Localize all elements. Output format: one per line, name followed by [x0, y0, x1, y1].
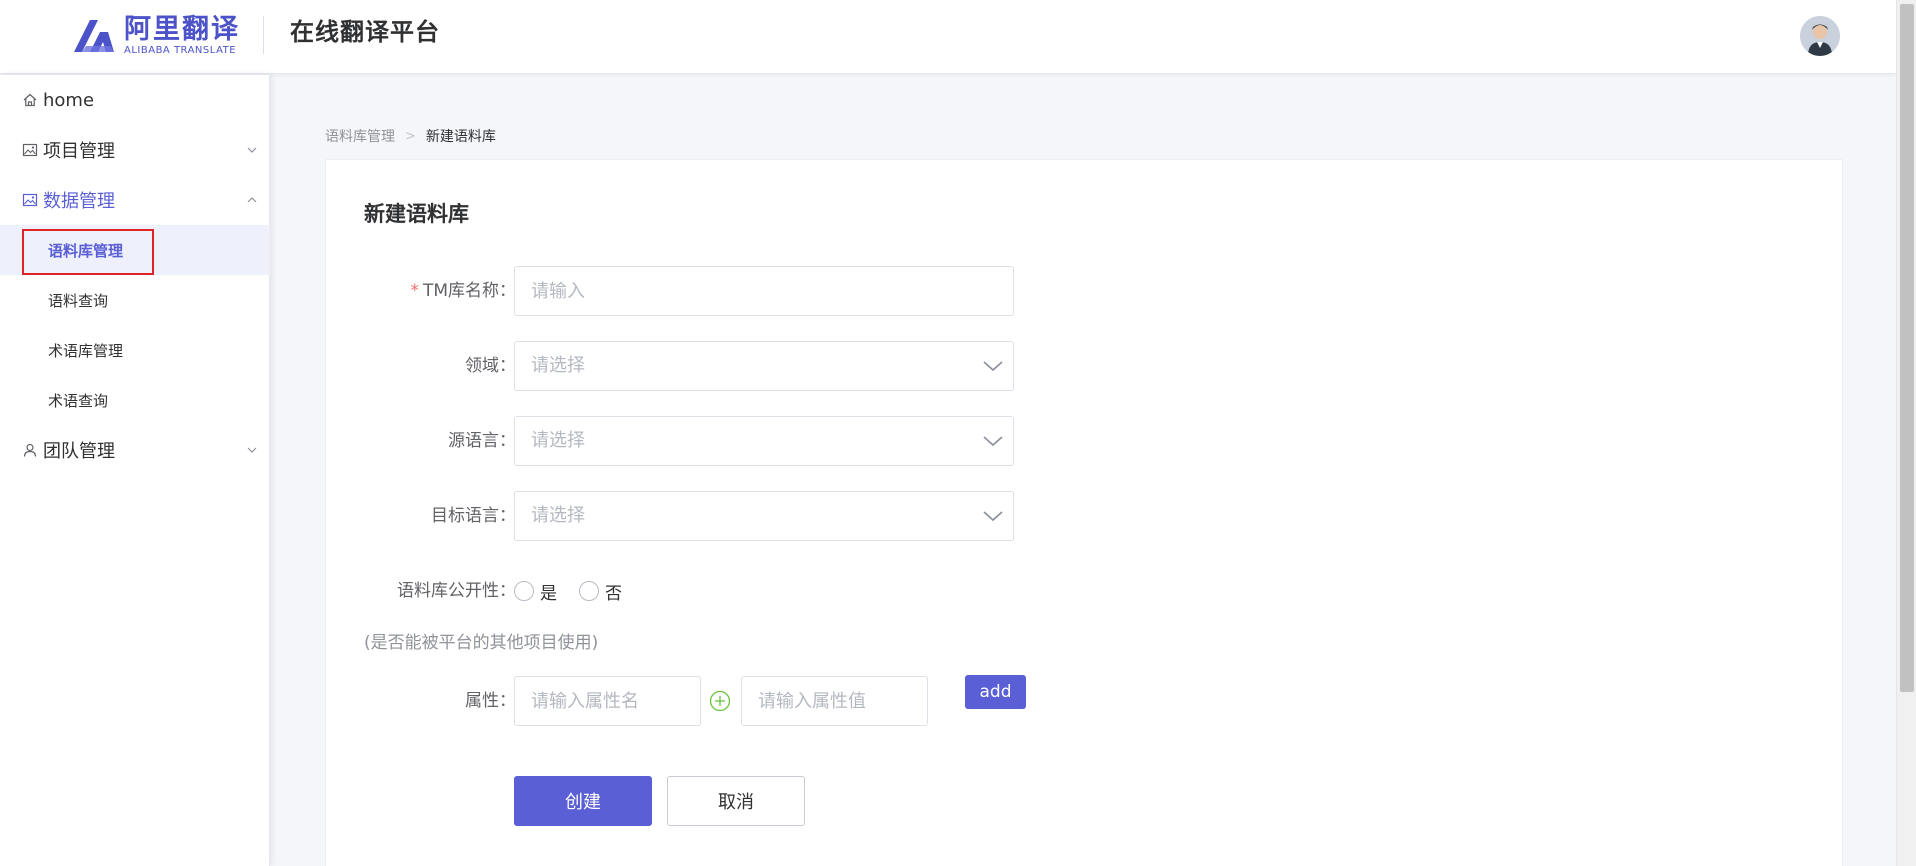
source-language-label: 源语言：	[448, 431, 516, 451]
home-icon	[23, 93, 37, 107]
public-yes-radio[interactable]: 是	[514, 579, 557, 604]
public-no-radio[interactable]: 否	[579, 579, 622, 604]
create-button[interactable]: 创建	[514, 776, 652, 826]
logo-mark-icon	[74, 20, 114, 52]
domain-select-placeholder: 请选择	[531, 355, 585, 376]
required-mark: *	[410, 281, 419, 301]
domain-label: 领域：	[465, 356, 516, 376]
image-icon	[22, 193, 38, 207]
form-title: 新建语料库	[364, 202, 469, 226]
add-attribute-button[interactable]: add	[965, 675, 1026, 709]
target-language-label: 目标语言：	[431, 506, 516, 526]
header-divider	[263, 16, 264, 54]
scrollbar-thumb[interactable]	[1900, 4, 1914, 692]
breadcrumb-link-corpus-management[interactable]: 语料库管理	[325, 126, 395, 146]
platform-title: 在线翻译平台	[290, 18, 440, 46]
sidebar-item-team-management[interactable]: 团队管理	[0, 425, 270, 475]
sidebar-subitem-label: 术语库管理	[48, 341, 124, 360]
radio-label-no: 否	[605, 583, 622, 604]
attribute-name-input[interactable]	[514, 676, 701, 726]
target-language-placeholder: 请选择	[531, 505, 585, 526]
chevron-down-icon	[983, 361, 1003, 372]
user-avatar[interactable]	[1800, 16, 1840, 56]
chevron-down-icon	[983, 511, 1003, 522]
source-language-placeholder: 请选择	[531, 430, 585, 451]
sidebar-item-label: 数据管理	[43, 191, 115, 212]
top-header: 阿里翻译 ALIBABA TRANSLATE 在线翻译平台	[0, 0, 1896, 74]
tm-name-label: * TM库名称：	[326, 266, 516, 316]
attribute-value-input[interactable]	[741, 676, 928, 726]
breadcrumb-separator: >	[405, 128, 416, 144]
chevron-down-icon	[247, 147, 257, 153]
sidebar-subitem-term-query[interactable]: 术语查询	[0, 375, 270, 425]
sidebar-subitem-corpus-query[interactable]: 语料查询	[0, 275, 270, 325]
sidebar-subitem-label: 语料查询	[48, 291, 109, 310]
logo-chinese-text: 阿里翻译	[124, 14, 240, 45]
breadcrumb: 语料库管理 > 新建语料库	[325, 126, 496, 146]
sidebar-subitem-label: 术语查询	[48, 391, 109, 410]
sidebar-item-label: 团队管理	[43, 441, 115, 462]
add-circle-icon[interactable]	[709, 690, 731, 712]
form-card: 新建语料库 *TM库名称： 领域： 请选择 源语言： 请选择 目标语言： 请选择…	[325, 159, 1843, 866]
sidebar-item-project-management[interactable]: 项目管理	[0, 125, 270, 175]
avatar-icon	[1800, 16, 1840, 56]
attribute-label: 属性：	[465, 691, 516, 711]
corpus-public-radio-group: 是 否	[514, 566, 644, 616]
breadcrumb-current: 新建语料库	[425, 129, 496, 145]
tm-name-label-text: TM库名称：	[422, 281, 516, 301]
tm-name-input[interactable]	[514, 266, 1014, 316]
radio-label-yes: 是	[540, 583, 557, 604]
domain-select[interactable]: 请选择	[514, 341, 1014, 391]
source-language-select[interactable]: 请选择	[514, 416, 1014, 466]
sidebar: home 项目管理 数据管理 语料库管理 语料查询 术语库管理 术语查询 团队管…	[0, 75, 270, 866]
alibaba-translate-logo[interactable]: 阿里翻译 ALIBABA TRANSLATE	[70, 14, 240, 58]
sidebar-item-label: 项目管理	[43, 141, 115, 162]
chevron-down-icon	[247, 447, 257, 453]
radio-circle[interactable]	[514, 581, 534, 601]
cancel-button[interactable]: 取消	[667, 776, 805, 826]
chevron-up-icon	[247, 197, 257, 203]
target-language-select[interactable]: 请选择	[514, 491, 1014, 541]
corpus-public-label: 语料库公开性：	[397, 581, 516, 601]
sidebar-item-label: home	[43, 89, 95, 111]
sidebar-item-home[interactable]: home	[0, 75, 270, 125]
image-icon	[22, 143, 38, 157]
logo-english-text: ALIBABA TRANSLATE	[124, 45, 237, 56]
user-icon	[23, 443, 37, 457]
sidebar-subitem-label: 语料库管理	[48, 241, 124, 260]
page-scrollbar[interactable]	[1896, 0, 1916, 866]
sidebar-item-data-management[interactable]: 数据管理	[0, 175, 270, 225]
radio-circle[interactable]	[579, 581, 599, 601]
public-hint-text: (是否能被平台的其他项目使用)	[364, 633, 599, 653]
sidebar-subitem-termbase-management[interactable]: 术语库管理	[0, 325, 270, 375]
sidebar-subitem-corpus-management[interactable]: 语料库管理	[0, 225, 270, 275]
chevron-down-icon	[983, 436, 1003, 447]
